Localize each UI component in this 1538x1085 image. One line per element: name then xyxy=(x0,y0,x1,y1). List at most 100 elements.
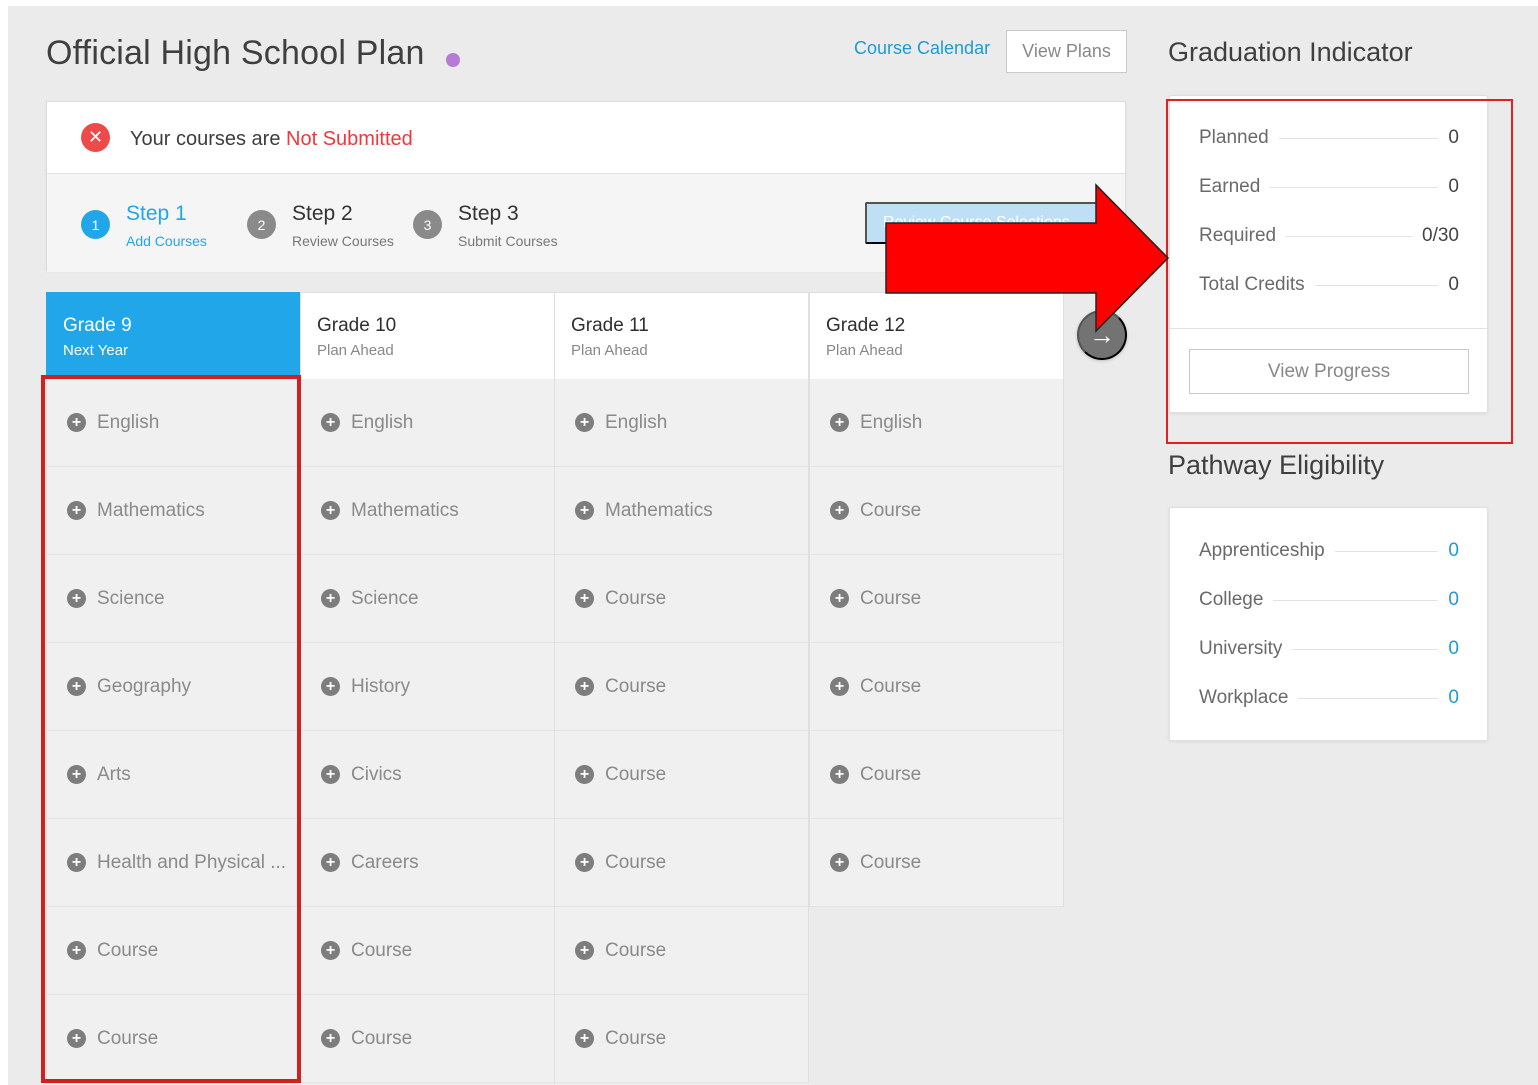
add-course-slot[interactable]: + Course xyxy=(301,907,554,995)
plus-circle-icon: + xyxy=(67,677,86,696)
course-slot-label: Course xyxy=(860,587,922,609)
add-course-slot[interactable]: + English xyxy=(301,379,554,467)
view-progress-button[interactable]: View Progress xyxy=(1189,349,1469,394)
add-course-slot[interactable]: + History xyxy=(301,643,554,731)
plus-circle-icon: + xyxy=(67,765,86,784)
step-subtitle: Add Courses xyxy=(126,233,207,249)
plus-circle-icon: + xyxy=(321,501,340,520)
add-course-slot[interactable]: + Course xyxy=(810,731,1063,819)
plus-circle-icon: + xyxy=(830,413,849,432)
course-slot-label: Course xyxy=(605,763,667,785)
add-course-slot[interactable]: + Science xyxy=(47,555,300,643)
plus-circle-icon: + xyxy=(321,589,340,608)
status-dot-icon xyxy=(446,53,460,67)
step-number-badge: 3 xyxy=(413,210,442,239)
plus-circle-icon: + xyxy=(321,677,340,696)
pathway-eligibility-heading: Pathway Eligibility xyxy=(1168,450,1385,480)
tab-grade-10[interactable]: Grade 10 Plan Ahead xyxy=(300,292,555,379)
add-course-slot[interactable]: + English xyxy=(810,379,1063,467)
course-calendar-link[interactable]: Course Calendar xyxy=(854,38,990,59)
step-title: Step 2 xyxy=(292,202,353,225)
add-course-slot[interactable]: + Geography xyxy=(47,643,300,731)
metric-leader-line xyxy=(1270,186,1439,188)
add-course-slot[interactable]: + Mathematics xyxy=(555,467,808,555)
tab-grade-11[interactable]: Grade 11 Plan Ahead xyxy=(554,292,809,379)
add-course-slot[interactable]: + Course xyxy=(47,907,300,995)
plus-circle-icon: + xyxy=(67,941,86,960)
course-slot-label: Mathematics xyxy=(97,499,205,521)
add-course-slot[interactable]: + Course xyxy=(555,731,808,819)
course-slot-label: Course xyxy=(97,939,159,961)
metric-value: 0 xyxy=(1448,127,1459,148)
steps-bar: 1 Step 1 Add Courses 2 Step 2 Review Cou… xyxy=(47,174,1125,272)
add-course-slot[interactable]: + Course xyxy=(301,995,554,1083)
add-course-slot[interactable]: + Course xyxy=(810,467,1063,555)
step-title: Step 1 xyxy=(126,202,187,225)
review-course-selections-button[interactable]: Review Course Selections xyxy=(865,202,1105,244)
course-slot-label: Mathematics xyxy=(351,499,459,521)
metric-total-credits: Total Credits 0 xyxy=(1199,272,1459,298)
course-slot-label: History xyxy=(351,675,411,697)
course-slot-label: Course xyxy=(860,763,922,785)
add-course-slot[interactable]: + Mathematics xyxy=(301,467,554,555)
status-prefix: Your courses are xyxy=(130,128,287,150)
status-state: Not Submitted xyxy=(286,128,413,150)
step-subtitle: Review Courses xyxy=(292,233,394,249)
next-grades-arrow-icon[interactable]: → xyxy=(1077,310,1127,360)
step-subtitle: Submit Courses xyxy=(458,233,558,249)
metric-label: University xyxy=(1199,638,1283,659)
tab-grade-9[interactable]: Grade 9 Next Year xyxy=(46,292,301,379)
grade-title: Grade 10 xyxy=(317,315,397,336)
add-course-slot[interactable]: + Course xyxy=(555,555,808,643)
plus-circle-icon: + xyxy=(321,413,340,432)
x-circle-icon: ✕ xyxy=(81,123,110,152)
metric-label: Workplace xyxy=(1199,687,1289,708)
metric-value[interactable]: 0 xyxy=(1448,589,1459,611)
course-slot-label: Course xyxy=(97,1027,159,1049)
card-divider xyxy=(1170,328,1487,329)
add-course-slot[interactable]: + Science xyxy=(301,555,554,643)
grade-subtitle: Plan Ahead xyxy=(317,342,394,359)
course-slot-label: English xyxy=(860,411,923,433)
step-number-badge: 1 xyxy=(81,210,110,239)
add-course-slot[interactable]: + Course xyxy=(810,555,1063,643)
course-slot-label: Course xyxy=(605,851,667,873)
grade-9-course-list: + English + Mathematics + Science + Geograph… xyxy=(46,379,301,1083)
add-course-slot[interactable]: + Course xyxy=(555,819,808,907)
grade-12-course-list: + English + Course + Course + Course + Course… xyxy=(809,379,1064,907)
add-course-slot[interactable]: + Course xyxy=(47,995,300,1083)
add-course-slot[interactable]: + Careers xyxy=(301,819,554,907)
metric-college: College 0 xyxy=(1199,587,1459,613)
grade-title: Grade 12 xyxy=(826,315,906,336)
graduation-indicator-card: Planned 0 Earned 0 Required 0/30 Total Cred… xyxy=(1169,95,1488,413)
add-course-slot[interactable]: + Course xyxy=(810,643,1063,731)
add-course-slot[interactable]: + Course xyxy=(810,819,1063,907)
add-course-slot[interactable]: + Arts xyxy=(47,731,300,819)
course-slot-label: Mathematics xyxy=(605,499,713,521)
add-course-slot[interactable]: + Mathematics xyxy=(47,467,300,555)
add-course-slot[interactable]: + Course xyxy=(555,643,808,731)
metric-required: Required 0/30 xyxy=(1199,223,1459,249)
metric-label: College xyxy=(1199,589,1264,610)
course-slot-label: Civics xyxy=(351,763,402,785)
course-slot-label: Arts xyxy=(97,763,131,785)
add-course-slot[interactable]: + Civics xyxy=(301,731,554,819)
metric-label: Earned xyxy=(1199,176,1261,197)
add-course-slot[interactable]: + Health and Physical ... xyxy=(47,819,300,907)
add-course-slot[interactable]: + English xyxy=(555,379,808,467)
plus-circle-icon: + xyxy=(575,501,594,520)
tab-grade-12[interactable]: Grade 12 Plan Ahead xyxy=(809,292,1064,379)
metric-value[interactable]: 0 xyxy=(1448,638,1459,660)
course-slot-label: Course xyxy=(605,939,667,961)
course-slot-label: English xyxy=(605,411,668,433)
metric-university: University 0 xyxy=(1199,636,1459,662)
add-course-slot[interactable]: + English xyxy=(47,379,300,467)
course-slot-label: English xyxy=(97,411,160,433)
metric-value[interactable]: 0 xyxy=(1448,540,1459,562)
add-course-slot[interactable]: + Course xyxy=(555,995,808,1083)
metric-value[interactable]: 0 xyxy=(1448,687,1459,709)
add-course-slot[interactable]: + Course xyxy=(555,907,808,995)
plus-circle-icon: + xyxy=(575,941,594,960)
view-plans-button[interactable]: View Plans xyxy=(1006,30,1127,73)
submission-status-text: Your courses are Not Submitted xyxy=(130,128,413,151)
